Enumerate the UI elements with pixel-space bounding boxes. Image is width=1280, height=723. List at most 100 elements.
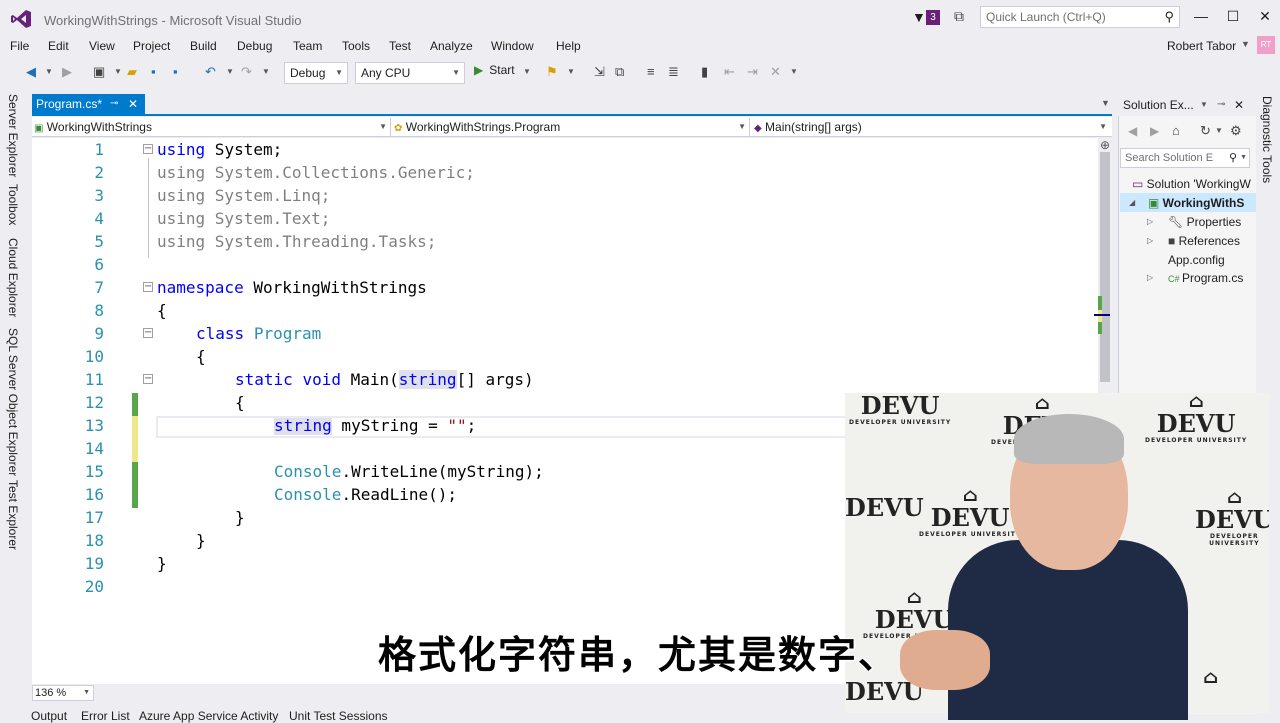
- collapse-toggle[interactable]: −: [143, 144, 153, 154]
- save-icon[interactable]: ▪: [151, 64, 156, 79]
- pin-icon[interactable]: ⊸: [110, 94, 118, 114]
- collapsed-arrow-icon[interactable]: ▷: [1147, 236, 1153, 245]
- sync-icon[interactable]: ↻: [1200, 123, 1211, 139]
- feedback-icon[interactable]: ⧉: [954, 8, 964, 25]
- chevron-down-icon[interactable]: ▼: [1200, 94, 1208, 116]
- menu-analyze[interactable]: Analyze: [430, 39, 473, 53]
- bookmark-icon[interactable]: ▮: [701, 64, 708, 80]
- document-tab-program-cs[interactable]: Program.cs* ⊸ ✕: [32, 94, 145, 114]
- solution-search-input[interactable]: Search Solution E ⚲ ▼: [1120, 148, 1250, 168]
- chevron-down-icon[interactable]: ▼: [45, 67, 53, 76]
- solution-platform-select[interactable]: Any CPU ▼: [355, 62, 465, 84]
- open-folder-icon[interactable]: ▰: [127, 64, 137, 80]
- toggle-layout-icon[interactable]: ⧉: [615, 64, 624, 80]
- project-dropdown[interactable]: ▣ WorkingWithStrings ▼: [34, 118, 391, 136]
- comment-out-icon[interactable]: ≡: [647, 64, 655, 79]
- menu-team[interactable]: Team: [293, 39, 322, 53]
- previous-bookmark-icon[interactable]: ⇤: [724, 64, 735, 80]
- tab-diagnostic-tools[interactable]: Diagnostic Tools: [1260, 96, 1274, 183]
- chevron-down-icon[interactable]: ▼: [262, 67, 270, 76]
- uncomment-icon[interactable]: ≣: [668, 64, 679, 80]
- tree-item-solution[interactable]: ▭ Solution 'WorkingW: [1132, 177, 1251, 191]
- redo-icon[interactable]: ↷: [241, 64, 252, 80]
- tab-test-explorer[interactable]: Test Explorer: [6, 480, 20, 550]
- tab-unit-test-sessions[interactable]: Unit Test Sessions: [289, 709, 388, 723]
- navigate-forward-icon[interactable]: ▶: [62, 64, 72, 80]
- collapsed-arrow-icon[interactable]: ▷: [1147, 273, 1153, 282]
- collapse-toggle[interactable]: −: [143, 374, 153, 384]
- tree-item-app-config[interactable]: App.config: [1168, 253, 1225, 267]
- solution-configuration-select[interactable]: Debug ▼: [284, 62, 348, 84]
- tree-item-project[interactable]: ▣ WorkingWithS: [1148, 196, 1244, 210]
- minimize-button[interactable]: —: [1190, 8, 1212, 26]
- tab-server-explorer[interactable]: Server Explorer: [6, 94, 20, 177]
- next-bookmark-icon[interactable]: ⇥: [747, 64, 758, 80]
- tab-error-list[interactable]: Error List: [81, 709, 130, 723]
- collapsed-arrow-icon[interactable]: ▷: [1147, 217, 1153, 226]
- tree-item-properties[interactable]: 🔧︎ Properties: [1168, 215, 1241, 229]
- tab-azure-app-service-activity[interactable]: Azure App Service Activity: [139, 709, 278, 723]
- notifications-flag-icon[interactable]: ▼ 3: [912, 9, 942, 27]
- collapse-toggle[interactable]: −: [143, 328, 153, 338]
- editor-vertical-scrollbar[interactable]: ⊕: [1094, 138, 1112, 396]
- line-number: 4: [94, 209, 104, 228]
- chevron-down-icon[interactable]: ▼: [1101, 98, 1110, 108]
- menu-debug[interactable]: Debug: [237, 39, 272, 53]
- step-into-icon[interactable]: ⇲: [594, 64, 605, 80]
- menu-project[interactable]: Project: [133, 39, 170, 53]
- collapse-toggle[interactable]: −: [143, 282, 153, 292]
- type-dropdown[interactable]: ✿ WorkingWithStrings.Program ▼: [394, 118, 750, 136]
- chevron-down-icon[interactable]: ▼: [226, 67, 234, 76]
- menu-edit[interactable]: Edit: [48, 39, 69, 53]
- expanded-arrow-icon[interactable]: ◢: [1129, 198, 1135, 207]
- menu-help[interactable]: Help: [556, 39, 581, 53]
- chevron-down-icon[interactable]: ▼: [567, 67, 575, 76]
- menu-view[interactable]: View: [89, 39, 115, 53]
- tab-cloud-explorer[interactable]: Cloud Explorer: [6, 238, 20, 317]
- split-icon[interactable]: ⊕: [1100, 138, 1110, 152]
- code-text: }: [235, 508, 245, 527]
- tab-output[interactable]: Output: [31, 709, 67, 723]
- chevron-down-icon[interactable]: ▼: [1215, 126, 1223, 135]
- new-project-icon[interactable]: ▣: [93, 64, 105, 80]
- tab-toolbox[interactable]: Toolbox: [6, 184, 20, 225]
- tree-item-program-cs[interactable]: C# Program.cs: [1168, 271, 1243, 285]
- navigate-back-icon[interactable]: ◀: [26, 64, 36, 80]
- clear-bookmarks-icon[interactable]: ✕: [770, 64, 781, 80]
- chevron-down-icon[interactable]: ▼: [114, 67, 122, 76]
- menu-tools[interactable]: Tools: [342, 39, 370, 53]
- close-icon[interactable]: ✕: [1234, 94, 1244, 116]
- menu-file[interactable]: File: [10, 39, 29, 53]
- avatar[interactable]: RT: [1257, 36, 1275, 54]
- properties-icon[interactable]: ⚙: [1230, 123, 1242, 139]
- chevron-down-icon[interactable]: ▼: [523, 67, 531, 76]
- undo-icon[interactable]: ↶: [205, 64, 216, 80]
- browser-link-icon[interactable]: ⚑: [546, 64, 558, 80]
- member-dropdown[interactable]: ◆ Main(string[] args) ▼: [754, 118, 1110, 136]
- user-name[interactable]: Robert Tabor: [1167, 39, 1236, 53]
- zoom-select[interactable]: 136 % ▼: [32, 685, 94, 701]
- tab-sql-server-object-explorer[interactable]: SQL Server Object Explorer: [6, 328, 20, 476]
- start-button[interactable]: ▶ Start: [474, 63, 515, 77]
- tree-item-references[interactable]: ■ References: [1168, 234, 1240, 248]
- code-line-unused-using: using System.Linq;: [157, 186, 330, 205]
- close-window-button[interactable]: ✕: [1254, 8, 1276, 26]
- save-all-icon[interactable]: ▪: [173, 64, 178, 79]
- line-number: 16: [84, 485, 104, 504]
- menu-window[interactable]: Window: [491, 39, 534, 53]
- pin-icon[interactable]: ⊸: [1217, 94, 1225, 116]
- menu-test[interactable]: Test: [389, 39, 411, 53]
- maximize-button[interactable]: ☐: [1222, 8, 1244, 26]
- quick-launch-input[interactable]: Quick Launch (Ctrl+Q) ⚲: [980, 6, 1180, 28]
- forward-icon[interactable]: ▶: [1150, 124, 1159, 138]
- chevron-down-icon[interactable]: ▼: [790, 67, 798, 76]
- chevron-down-icon[interactable]: ▼: [1240, 149, 1247, 167]
- close-icon[interactable]: ✕: [128, 94, 138, 114]
- back-icon[interactable]: ◀: [1128, 124, 1137, 138]
- window-title: WorkingWithStrings - Microsoft Visual St…: [44, 13, 302, 28]
- scrollbar-thumb[interactable]: [1100, 152, 1110, 382]
- menu-build[interactable]: Build: [190, 39, 217, 53]
- change-marker-unsaved: [132, 439, 138, 462]
- chevron-down-icon[interactable]: ▼: [1241, 39, 1250, 49]
- home-icon[interactable]: ⌂: [1172, 123, 1180, 138]
